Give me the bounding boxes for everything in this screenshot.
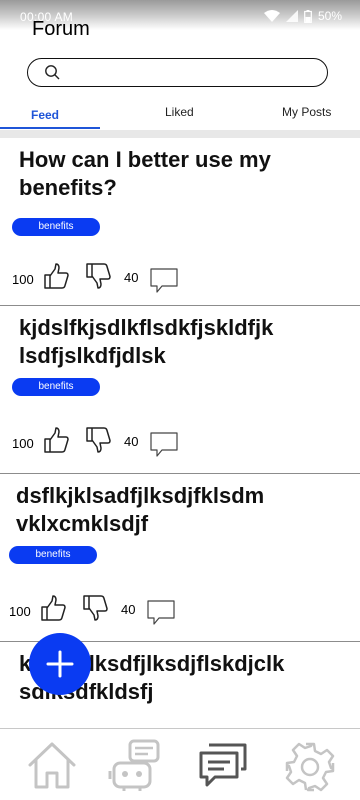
post-card[interactable]: How can I better use my benefits? benefi… — [0, 138, 360, 306]
active-tab-indicator — [0, 127, 100, 129]
signal-icon — [285, 10, 298, 22]
search-bar[interactable] — [27, 58, 328, 87]
comments-count: 40 — [124, 270, 139, 285]
bot-chat-icon[interactable] — [108, 739, 162, 793]
plus-icon — [46, 650, 74, 678]
post-tag[interactable]: benefits — [12, 378, 100, 396]
thumbs-down-icon[interactable] — [84, 426, 112, 454]
comments-count: 40 — [121, 602, 136, 617]
post-title[interactable]: kjdslfkjsdlkflsdkfjskldfjk lsdfjslkdfjdl… — [19, 314, 319, 370]
comment-icon[interactable] — [150, 432, 178, 458]
comments-count: 40 — [124, 434, 139, 449]
search-icon — [45, 65, 60, 80]
post-card[interactable]: dsflkjklsadfjlksdjfklsdm vklxcmklsdjf be… — [0, 474, 360, 642]
battery-icon — [304, 9, 312, 23]
status-icons: 50% — [263, 9, 342, 23]
add-post-button[interactable] — [29, 633, 91, 695]
comment-icon[interactable] — [150, 268, 178, 294]
post-tag[interactable]: benefits — [9, 546, 97, 564]
likes-count: 100 — [12, 272, 34, 287]
tab-liked[interactable]: Liked — [165, 105, 194, 119]
likes-count: 100 — [12, 436, 34, 451]
comment-icon[interactable] — [147, 600, 175, 626]
post-title[interactable]: dsflkjklsadfjlksdjfklsdm vklxcmklsdjf — [16, 482, 316, 538]
post-actions: 100 40 — [9, 594, 209, 626]
tab-my-posts[interactable]: My Posts — [282, 105, 331, 119]
post-actions: 100 40 — [12, 426, 212, 458]
page-title: Forum — [32, 18, 90, 40]
thumbs-down-icon[interactable] — [84, 262, 112, 290]
forum-icon[interactable] — [199, 743, 247, 787]
bottom-nav — [0, 728, 360, 800]
wifi-icon — [263, 10, 280, 22]
thumbs-up-icon[interactable] — [42, 426, 70, 454]
thumbs-up-icon[interactable] — [39, 594, 67, 622]
post-title[interactable]: How can I better use my benefits? — [19, 146, 319, 202]
thumbs-up-icon[interactable] — [42, 262, 70, 290]
thumbs-down-icon[interactable] — [81, 594, 109, 622]
post-card[interactable]: kjdslfkjsdlkflsdkfjskldfjk lsdfjslkdfjdl… — [0, 306, 360, 474]
tab-feed[interactable]: Feed — [31, 108, 59, 122]
gear-icon[interactable] — [284, 741, 336, 793]
home-icon[interactable] — [26, 739, 78, 791]
tab-bar: Feed Liked My Posts — [0, 100, 360, 130]
post-tag[interactable]: benefits — [12, 218, 100, 236]
likes-count: 100 — [9, 604, 31, 619]
battery-level: 50% — [317, 9, 342, 23]
search-input[interactable] — [68, 62, 318, 83]
post-actions: 100 40 — [12, 262, 212, 294]
